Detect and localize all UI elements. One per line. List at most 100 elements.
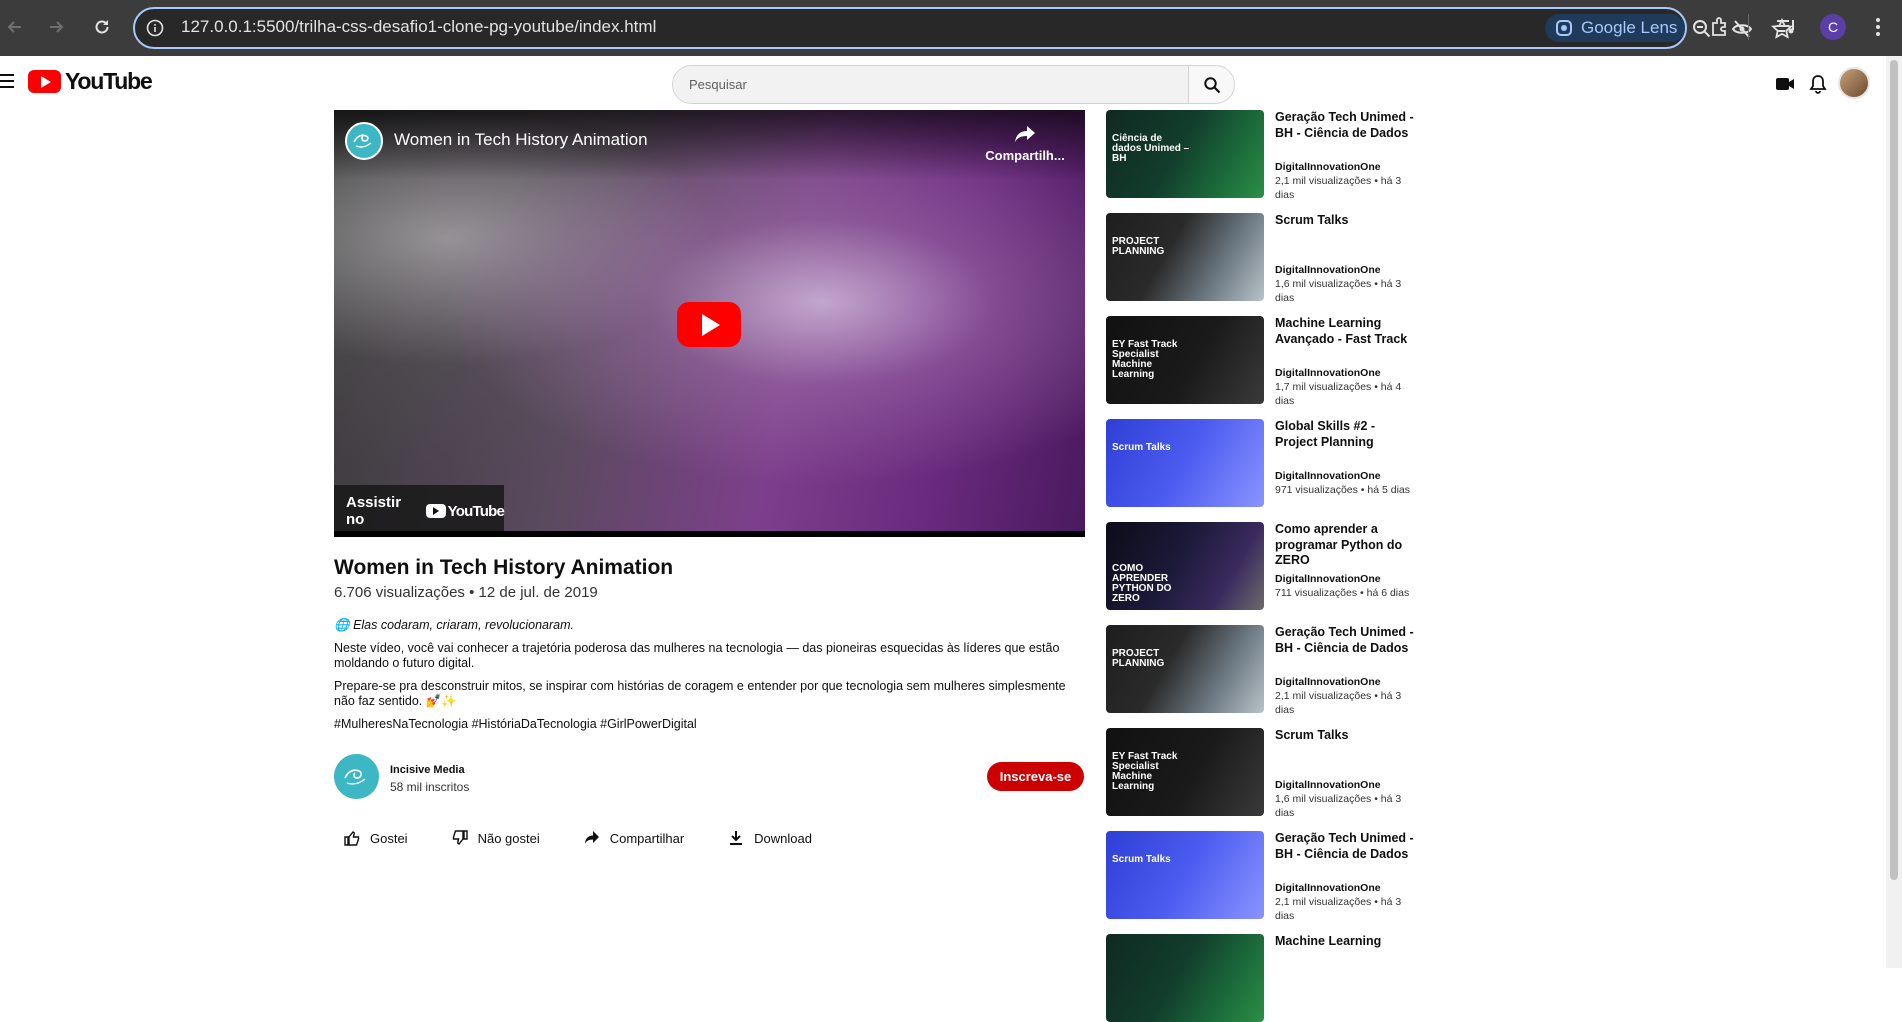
recommendation-channel[interactable]: DigitalInnovationOne <box>1275 470 1381 482</box>
recommendation-thumbnail[interactable]: Scrum Talks <box>1106 419 1264 507</box>
youtube-logo[interactable]: YouTube <box>28 68 153 95</box>
eye-off-icon[interactable] <box>1731 18 1753 40</box>
recommendation-item[interactable]: EY Fast Track Specialist Machine Learnin… <box>1106 728 1416 819</box>
thumbnail-text: Scrum Talks <box>1112 442 1171 453</box>
recommendation-stats: 2,1 mil visualizações • há 3 dias <box>1275 896 1402 922</box>
recommendation-channel[interactable]: DigitalInnovationOne <box>1275 161 1381 173</box>
thumbnail-text: Scrum Talks <box>1112 854 1171 865</box>
recommendation-item[interactable]: Ciência de dados Unimed – BH Geração Tech… <box>1106 110 1416 201</box>
forward-button[interactable] <box>41 12 71 42</box>
recommendation-item[interactable]: Scrum Talks Geração Tech Unimed - BH - Ci… <box>1106 831 1416 922</box>
like-button[interactable]: Gostei <box>334 826 418 850</box>
share-arrow-icon <box>1015 126 1035 142</box>
recommendation-title[interactable]: Geração Tech Unimed - BH - Ciência de Da… <box>1275 110 1415 141</box>
toolbar-divider <box>1748 14 1749 40</box>
url-host: 127.0.0.1 <box>181 17 252 36</box>
watch-on-brand: YouTube <box>425 503 505 520</box>
recommendation-thumbnail[interactable]: EY Fast Track Specialist Machine Learnin… <box>1106 728 1264 816</box>
recommendation-thumbnail[interactable]: PROJECT PLANNING <box>1106 213 1264 301</box>
search-button[interactable] <box>1188 66 1234 103</box>
recommendation-title[interactable]: Scrum Talks <box>1275 213 1415 229</box>
recommendation-item[interactable]: EY Fast Track Specialist Machine Learnin… <box>1106 316 1416 407</box>
thumbnail-text: PROJECT PLANNING <box>1112 236 1165 257</box>
url-text[interactable]: 127.0.0.1:5500/trilha-css-desafio1-clone… <box>181 17 656 37</box>
media-queue-icon[interactable] <box>1774 15 1798 39</box>
play-button[interactable] <box>677 302 741 347</box>
recommendation-title[interactable]: Scrum Talks <box>1275 728 1415 744</box>
recommendation-title[interactable]: Machine Learning <box>1275 934 1415 950</box>
menu-kebab-icon[interactable] <box>1866 15 1890 39</box>
profile-initial: C <box>1827 19 1839 35</box>
url-path: :5500/trilha-css-desafio1-clone-pg-youtu… <box>251 17 657 36</box>
profile-avatar[interactable]: C <box>1820 14 1846 40</box>
recommendation-item[interactable]: COMO APRENDER PYTHON DO ZERO Como aprende… <box>1106 522 1416 610</box>
channel-name[interactable]: Incisive Media <box>390 764 465 776</box>
channel-avatar[interactable] <box>334 754 379 799</box>
recommendation-thumbnail[interactable]: COMO APRENDER PYTHON DO ZERO <box>1106 522 1264 610</box>
recommendation-item[interactable]: PROJECT PLANNING Scrum Talks DigitalInnova… <box>1106 213 1416 304</box>
recommendation-channel[interactable]: DigitalInnovationOne <box>1275 264 1381 276</box>
recommendation-channel[interactable]: DigitalInnovationOne <box>1275 367 1381 379</box>
share-icon <box>584 831 599 844</box>
watch-on-label: Assistir no <box>346 494 402 528</box>
recommendation-thumbnail[interactable]: EY Fast Track Specialist Machine Learnin… <box>1106 316 1264 404</box>
player-overlay-title[interactable]: Women in Tech History Animation <box>394 130 648 150</box>
player-channel-avatar[interactable] <box>345 122 383 160</box>
hamburger-menu-icon[interactable] <box>0 74 14 88</box>
recommendation-title[interactable]: Como aprender a programar Python do ZERO <box>1275 522 1415 569</box>
recommendation-title[interactable]: Geração Tech Unimed - BH - Ciência de Da… <box>1275 625 1415 656</box>
recommendation-channel[interactable]: DigitalInnovationOne <box>1275 573 1381 585</box>
user-avatar[interactable] <box>1838 67 1870 99</box>
recommendation-stats: 2,1 mil visualizações • há 3 dias <box>1275 690 1402 716</box>
scrollbar-thumb[interactable] <box>1890 60 1898 880</box>
recommendation-item[interactable]: Scrum Talks Global Skills #2 - Project Pl… <box>1106 419 1416 507</box>
search-input[interactable] <box>673 66 1188 103</box>
recommendation-item[interactable]: Machine Learning <box>1106 934 1416 1022</box>
dislike-button[interactable]: Não gostei <box>442 826 550 850</box>
video-actions: Gostei Não gostei Compartilhar Download <box>334 826 846 850</box>
thumbnail-text: EY Fast Track Specialist Machine Learnin… <box>1112 751 1178 792</box>
thumbs-up-icon <box>344 831 360 846</box>
download-button[interactable]: Download <box>718 826 822 850</box>
tagline-text: Elas codaram, criaram, revolucionaram. <box>353 618 574 632</box>
browser-toolbar: 127.0.0.1:5500/trilha-css-desafio1-clone… <box>0 0 1902 56</box>
extensions-icon[interactable] <box>1708 15 1732 39</box>
recommendation-channel[interactable]: DigitalInnovationOne <box>1275 779 1381 791</box>
channel-subscribers: 58 mil inscritos <box>390 780 470 794</box>
recommendation-thumbnail[interactable]: Ciência de dados Unimed – BH <box>1106 110 1264 198</box>
logo-text: YouTube <box>65 68 153 94</box>
youtube-play-logo-icon <box>28 70 61 93</box>
search-icon <box>1203 76 1220 93</box>
address-bar[interactable]: 127.0.0.1:5500/trilha-css-desafio1-clone… <box>133 7 1793 49</box>
video-title: Women in Tech History Animation <box>334 556 674 579</box>
recommendation-item[interactable]: PROJECT PLANNING Geração Tech Unimed - BH… <box>1106 625 1416 716</box>
channel-logo-icon <box>353 134 372 148</box>
watch-on-youtube-button[interactable]: Assistir no YouTube <box>334 485 505 537</box>
recommendation-channel[interactable]: DigitalInnovationOne <box>1275 676 1381 688</box>
channel-row: Incisive Media 58 mil inscritos Inscreva… <box>334 754 1084 800</box>
play-icon <box>702 313 720 336</box>
globe-icon: 🌐 <box>334 618 350 632</box>
recommendation-thumbnail[interactable] <box>1106 934 1264 1022</box>
recommendation-title[interactable]: Machine Learning Avançado - Fast Track <box>1275 316 1415 347</box>
player-share-button[interactable]: Compartilh... <box>985 124 1065 163</box>
recommendation-thumbnail[interactable]: Scrum Talks <box>1106 831 1264 919</box>
reload-button[interactable] <box>87 12 117 42</box>
subscribe-button[interactable]: Inscreva-se <box>987 762 1084 791</box>
thumbnail-text: COMO APRENDER PYTHON DO ZERO <box>1112 563 1172 604</box>
video-meta: 6.706 visualizações • 12 de jul. de 2019 <box>334 584 598 601</box>
page-scrollbar[interactable] <box>1886 56 1902 968</box>
recommendation-thumbnail[interactable]: PROJECT PLANNING <box>1106 625 1264 713</box>
create-video-icon[interactable] <box>1774 73 1796 95</box>
video-player[interactable]: Women in Tech History Animation Comparti… <box>334 110 1085 537</box>
google-lens-button[interactable]: Google Lens <box>1545 14 1685 42</box>
thumbnail-text: Ciência de dados Unimed – BH <box>1112 133 1190 164</box>
share-button[interactable]: Compartilhar <box>574 826 694 850</box>
site-info-icon[interactable] <box>145 18 165 38</box>
description-hashtags[interactable]: #MulheresNaTecnologia #HistóriaDaTecnolo… <box>334 717 1074 732</box>
back-button[interactable] <box>0 12 30 42</box>
recommendation-channel[interactable]: DigitalInnovationOne <box>1275 882 1381 894</box>
notifications-bell-icon[interactable] <box>1807 73 1829 95</box>
recommendation-title[interactable]: Geração Tech Unimed - BH - Ciência de Da… <box>1275 831 1415 862</box>
recommendation-title[interactable]: Global Skills #2 - Project Planning <box>1275 419 1415 450</box>
